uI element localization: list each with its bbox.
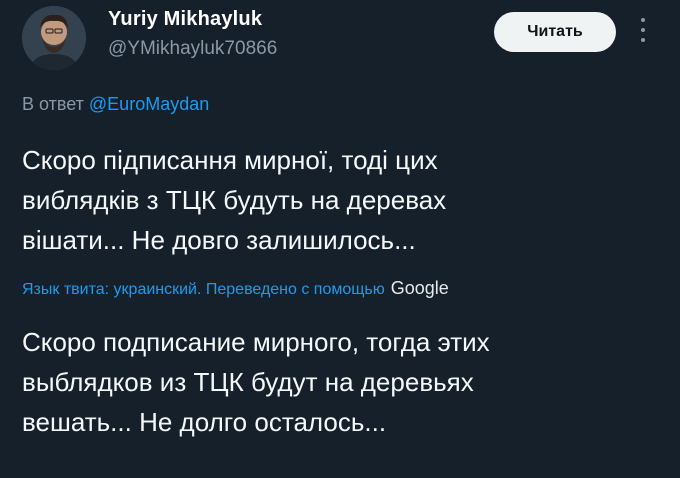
display-name[interactable]: Yuriy Mikhayluk <box>108 8 262 31</box>
translated-tweet-text: Скоро подписание мирного, тогда этих выб… <box>22 327 490 437</box>
translation-label[interactable]: Язык твита: украинский. Переведено с пом… <box>22 281 385 299</box>
follow-button[interactable]: Читать <box>494 12 616 52</box>
google-logo: Google <box>390 278 449 298</box>
reply-mention-link[interactable]: @EuroMaydan <box>89 94 209 114</box>
translation-notice[interactable]: Язык твита: украинский. Переведено с пом… <box>22 278 449 299</box>
more-vertical-icon[interactable] <box>637 18 649 46</box>
reply-context: В ответ @EuroMaydan <box>22 94 209 115</box>
user-handle[interactable]: @YMikhayluk70866 <box>108 38 277 60</box>
tweet-card: Yuriy Mikhayluk @YMikhayluk70866 Читать … <box>0 0 680 478</box>
tweet-text: Скоро підписання мирної, тоді цих вибляд… <box>22 145 447 255</box>
avatar[interactable] <box>22 6 86 70</box>
reply-prefix: В ответ <box>22 94 84 114</box>
